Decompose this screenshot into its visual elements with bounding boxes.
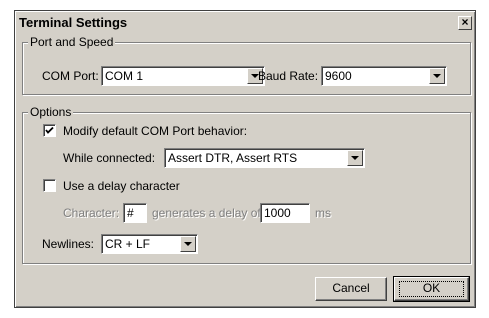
com-port-value: COM 1 — [105, 69, 144, 83]
character-label: Character: — [63, 206, 120, 220]
ms-label: ms — [315, 206, 331, 220]
generates-delay-label: generates a delay of — [152, 206, 261, 220]
ok-button[interactable]: OK — [393, 276, 470, 302]
com-port-select[interactable]: COM 1 — [101, 66, 265, 86]
while-connected-select[interactable]: Assert DTR, Assert RTS — [164, 148, 365, 168]
dialog-title: Terminal Settings — [19, 15, 128, 30]
while-connected-label: While connected: — [63, 151, 156, 165]
chevron-down-icon — [433, 74, 441, 78]
character-value: # — [127, 206, 134, 220]
options-legend: Options — [28, 105, 74, 119]
checkmark-icon — [45, 126, 54, 134]
delay-character-label[interactable]: Use a delay character — [63, 178, 180, 194]
focus-ring — [399, 281, 464, 297]
chevron-down-icon — [351, 156, 359, 160]
baud-rate-value: 9600 — [325, 69, 352, 83]
title-bar: Terminal Settings × — [17, 13, 473, 33]
while-connected-dropdown-button[interactable] — [347, 150, 363, 166]
baud-rate-select[interactable]: 9600 — [321, 66, 447, 86]
close-button[interactable]: × — [458, 16, 472, 30]
delay-character-checkbox[interactable] — [43, 179, 56, 192]
modify-behavior-label[interactable]: Modify default COM Port behavior: — [63, 123, 247, 139]
newlines-dropdown-button[interactable] — [180, 236, 196, 252]
close-icon: × — [461, 15, 469, 29]
while-connected-value: Assert DTR, Assert RTS — [168, 151, 298, 165]
cancel-button[interactable]: Cancel — [315, 277, 387, 301]
terminal-settings-dialog: Terminal Settings × Port and Speed COM P… — [14, 10, 476, 308]
baud-rate-dropdown-button[interactable] — [429, 68, 445, 84]
delay-input[interactable]: 1000 — [260, 203, 310, 223]
chevron-down-icon — [184, 242, 192, 246]
modify-behavior-checkbox[interactable] — [43, 124, 56, 137]
newlines-label: Newlines: — [42, 237, 95, 251]
port-speed-legend: Port and Speed — [28, 35, 116, 49]
character-input[interactable]: # — [123, 203, 147, 223]
delay-value: 1000 — [264, 206, 291, 220]
newlines-value: CR + LF — [105, 237, 151, 251]
com-port-label: COM Port: — [42, 69, 99, 83]
newlines-select[interactable]: CR + LF — [101, 234, 198, 254]
baud-rate-label: Baud Rate: — [258, 69, 319, 83]
